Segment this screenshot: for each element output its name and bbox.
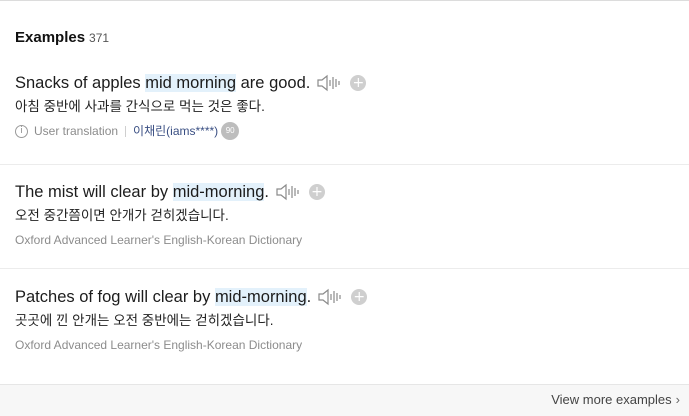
sentence-text: . [306, 287, 312, 306]
sentence-text: Patches of fog will clear by [15, 287, 215, 306]
example-sentence: Snacks of apples mid morning are good. [15, 73, 311, 93]
examples-header: Examples 371 [15, 29, 109, 47]
example-source: i User translation 이채린(iams****) 90 [15, 122, 689, 140]
dictionary-source[interactable]: Oxford Advanced Learner's English-Korean… [15, 336, 689, 354]
speaker-icon[interactable] [317, 287, 343, 307]
example-sentence: Patches of fog will clear by mid-morning… [15, 287, 312, 307]
chevron-right-icon: › [675, 392, 680, 407]
sentence-text: The mist will clear by [15, 182, 173, 201]
add-to-wordbook-plus-icon[interactable]: + [309, 184, 325, 200]
highlighted-term: mid morning [145, 73, 237, 92]
user-translation-label: User translation [34, 124, 119, 138]
example-item: Snacks of apples mid morning are good. +… [15, 72, 689, 140]
sentence-text: . [264, 182, 269, 201]
example-translation: 곳곳에 낀 안개는 오전 중반에는 걷히겠습니다. [15, 313, 274, 328]
example-translation: 아침 중반에 사과를 간식으로 먹는 것은 좋다. [15, 99, 265, 114]
example-sentence: The mist will clear by mid-morning. [15, 182, 269, 202]
separator [125, 125, 127, 137]
examples-title: Examples [15, 29, 86, 46]
divider [0, 268, 689, 269]
highlighted-term: mid-morning [214, 287, 307, 306]
sentence-text: are good. [236, 73, 311, 92]
add-to-wordbook-plus-icon[interactable]: + [351, 289, 368, 305]
divider [0, 164, 689, 165]
examples-count: 371 [89, 31, 110, 45]
add-to-wordbook-plus-icon[interactable]: + [350, 75, 367, 91]
view-more-label: View more examples [551, 392, 672, 407]
user-level-badge: 90 [221, 122, 240, 140]
highlighted-term: mid-morning [172, 182, 265, 201]
sentence-text: Snacks of apples [15, 73, 146, 92]
info-icon[interactable]: i [15, 124, 28, 138]
examples-footer: View more examples › [0, 384, 689, 416]
view-more-examples-link[interactable]: View more examples › [551, 392, 680, 407]
top-border [0, 0, 689, 1]
dictionary-source[interactable]: Oxford Advanced Learner's English-Korean… [15, 231, 689, 249]
speaker-icon[interactable] [316, 73, 342, 93]
example-item: Patches of fog will clear by mid-morning… [15, 286, 689, 354]
speaker-icon[interactable] [275, 182, 301, 202]
example-item: The mist will clear by mid-morning. + 오전… [15, 181, 689, 249]
example-translation: 오전 중간쯤이면 안개가 걷히겠습니다. [15, 208, 229, 223]
user-profile-link[interactable]: 이채린(iams****) [133, 122, 218, 140]
